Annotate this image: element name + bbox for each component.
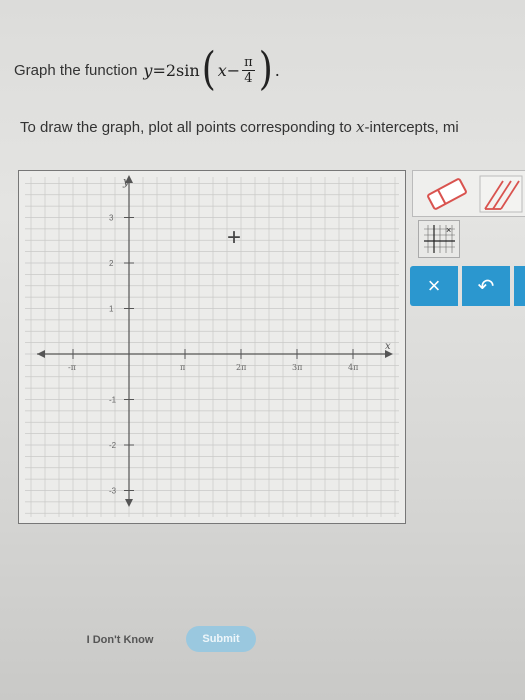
fraction-numerator: π <box>242 54 255 71</box>
y-tick-label: 2 <box>109 259 114 268</box>
func-y: y <box>143 60 153 80</box>
eraser-icon[interactable] <box>421 177 473 211</box>
x-tick-label: 4π <box>348 363 358 372</box>
instruction-text: To draw the graph, plot all points corre… <box>20 118 525 136</box>
cursor-crosshair: + <box>227 224 241 251</box>
y-tick-label: 1 <box>109 305 114 314</box>
x-tick-label: 2π <box>236 363 246 372</box>
y-tick-label: 3 <box>109 214 114 223</box>
fraction-denominator: 4 <box>244 70 253 86</box>
instruction-part1: To draw the graph, plot all points corre… <box>20 119 357 136</box>
x-tick-label: π <box>180 363 185 372</box>
tool-palette <box>412 170 525 217</box>
graph-svg[interactable]: 3 2 1 -1 -2 -3 -π π 2π 3π 4π y x + <box>19 171 405 523</box>
function-expression: y =2sin ( x − π 4 ) . <box>143 47 280 92</box>
svg-text:×: × <box>446 225 451 235</box>
undo-icon: ↶ <box>477 275 495 298</box>
question-suffix: . <box>274 60 280 80</box>
x-axis-arrow-left <box>37 350 45 358</box>
redo-button-partial[interactable] <box>514 266 525 306</box>
point-tool-button[interactable]: × <box>418 220 460 258</box>
fraction: π 4 <box>242 55 255 86</box>
y-tick-label: -1 <box>109 396 117 405</box>
instruction-part2: -intercepts, mi <box>364 119 459 136</box>
undo-button[interactable]: ↶ <box>462 266 510 306</box>
func-x: x <box>217 60 227 80</box>
screen: Graph the function y =2sin ( x − π 4 ) .… <box>0 0 525 700</box>
func-eq: =2sin <box>152 60 200 80</box>
close-icon: × <box>427 273 441 298</box>
grid-lines <box>25 177 399 517</box>
y-axis-arrow-down <box>125 499 133 507</box>
graph-canvas[interactable]: 3 2 1 -1 -2 -3 -π π 2π 3π 4π y x + <box>18 170 406 524</box>
y-axis-label: y <box>122 175 130 188</box>
grid-point-icon: × <box>424 225 455 253</box>
y-tick-label: -2 <box>109 441 117 450</box>
paren-close: ) <box>258 43 273 95</box>
x-tick-label: -π <box>68 363 76 372</box>
clear-button[interactable]: × <box>410 266 458 306</box>
x-axis-label: x <box>385 341 391 352</box>
submit-button[interactable]: Submit <box>186 626 256 652</box>
axes <box>37 175 393 507</box>
x-tick-label: 3π <box>292 363 302 372</box>
y-tick-label: -3 <box>109 487 117 496</box>
instruction-var: x <box>356 118 365 136</box>
paren-open: ( <box>201 43 216 95</box>
pencil-icon[interactable] <box>479 175 523 213</box>
question-prefix: Graph the function <box>14 61 138 79</box>
question: Graph the function y =2sin ( x − π 4 ) . <box>14 47 280 92</box>
func-minus: − <box>226 60 241 80</box>
dont-know-button[interactable]: I Don't Know <box>70 628 170 652</box>
